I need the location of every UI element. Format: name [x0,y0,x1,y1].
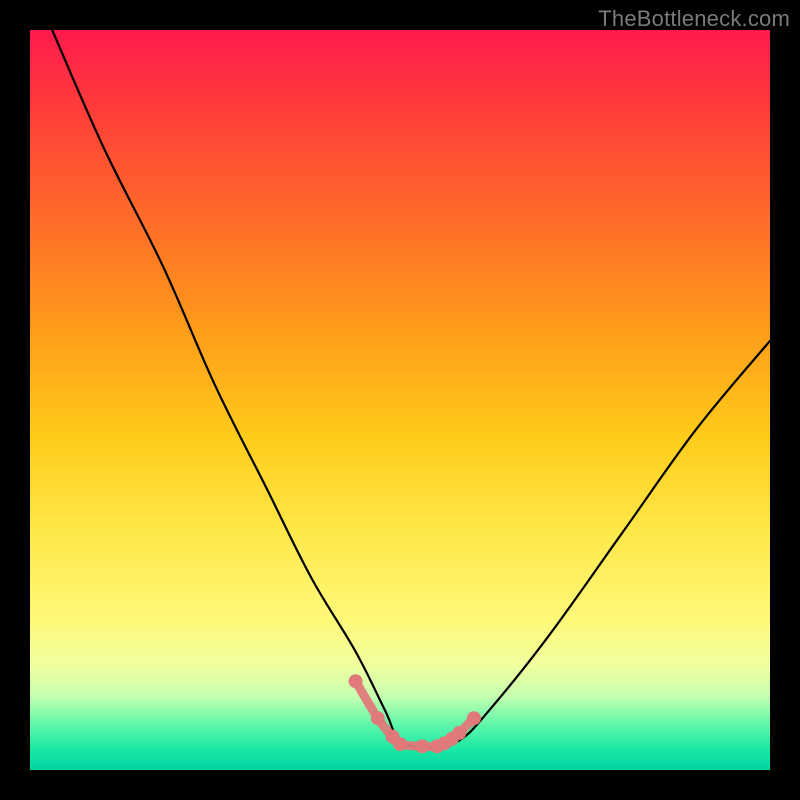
watermark-text: TheBottleneck.com [598,6,790,32]
chart-svg [30,30,770,770]
highlight-points [349,674,481,753]
chart-container: TheBottleneck.com [0,0,800,800]
curve-line [52,30,770,748]
plot-area [30,30,770,770]
